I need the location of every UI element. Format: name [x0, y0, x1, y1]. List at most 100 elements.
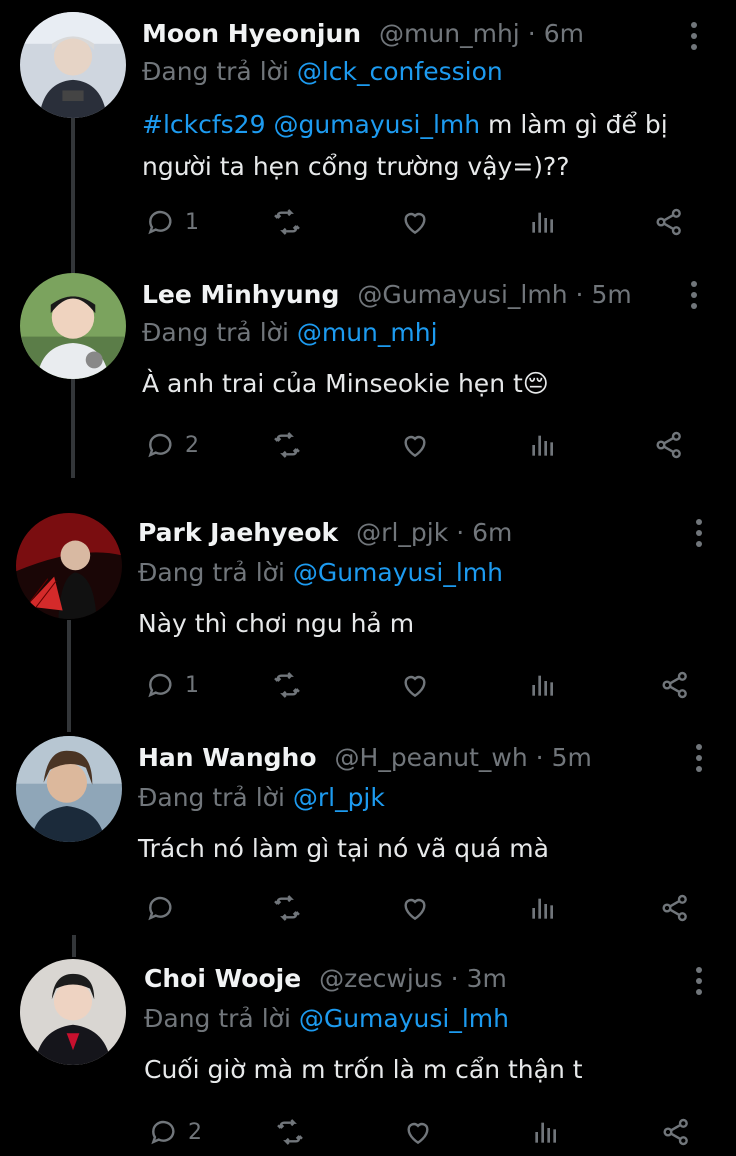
separator-dot: ·: [575, 280, 584, 309]
reply-mention-link[interactable]: @Gumayusi_lmh: [293, 558, 503, 587]
timestamp[interactable]: 6m: [544, 19, 584, 48]
reply-button[interactable]: 2: [145, 425, 199, 465]
like-icon: [404, 675, 426, 698]
views-button[interactable]: [527, 202, 559, 242]
display-name[interactable]: Choi Wooje: [144, 964, 301, 993]
avatar[interactable]: [20, 959, 126, 1065]
like-button[interactable]: [402, 1112, 434, 1152]
share-icon: [662, 671, 687, 699]
display-name[interactable]: Park Jaehyeok: [138, 518, 338, 547]
avatar[interactable]: [20, 273, 126, 379]
views-button[interactable]: [527, 425, 559, 465]
share-button[interactable]: [653, 425, 685, 465]
tweet-text: Cuối giờ mà m trốn là m cẩn thận t: [144, 1055, 583, 1084]
display-name[interactable]: Lee Minhyung: [142, 280, 339, 309]
share-button[interactable]: [659, 888, 691, 928]
tweet-text: À anh trai của Minseokie hẹn t😔: [142, 369, 549, 398]
action-bar: 1: [145, 202, 705, 242]
avatar[interactable]: [20, 12, 126, 118]
user-handle[interactable]: @zecwjus: [319, 964, 443, 993]
like-button[interactable]: [399, 202, 431, 242]
tweet-text: Trách nó làm gì tại nó vã quá mà: [138, 834, 549, 863]
reply-mention-link[interactable]: @Gumayusi_lmh: [299, 1004, 509, 1033]
share-button[interactable]: [659, 665, 691, 705]
reply-mention-link[interactable]: @mun_mhj: [297, 318, 438, 347]
user-handle[interactable]: @mun_mhj: [379, 19, 520, 48]
reply-icon: [148, 673, 172, 698]
reply-count: 1: [185, 209, 199, 235]
reply-context: Đang trả lời @rl_pjk: [138, 782, 385, 814]
mention-link[interactable]: @gumayusi_lmh: [273, 110, 480, 139]
views-icon: [532, 898, 553, 919]
reply-mention-link[interactable]: @rl_pjk: [293, 783, 385, 812]
like-icon: [407, 1122, 429, 1145]
tweet-header: Han Wangho @H_peanut_wh · 5m: [138, 742, 592, 774]
reply-button[interactable]: 1: [145, 202, 199, 242]
timestamp[interactable]: 3m: [467, 964, 507, 993]
action-bar: [145, 888, 705, 928]
share-button[interactable]: [660, 1112, 692, 1152]
action-bar: 1: [145, 665, 705, 705]
reply-prefix: Đang trả lời: [138, 558, 285, 587]
like-icon: [404, 898, 426, 921]
reply-count: 1: [185, 672, 199, 698]
more-icon[interactable]: [695, 967, 703, 997]
more-icon[interactable]: [690, 281, 698, 311]
reply-prefix: Đang trả lời: [138, 783, 285, 812]
user-handle[interactable]: @Gumayusi_lmh: [357, 280, 567, 309]
tweet[interactable]: Park Jaehyeok @rl_pjk · 6m Đang trả lời @Gu…: [0, 505, 736, 720]
hashtag-link[interactable]: #lckcfs29: [142, 110, 266, 139]
timestamp[interactable]: 6m: [472, 518, 512, 547]
like-button[interactable]: [399, 665, 431, 705]
more-icon[interactable]: [695, 519, 703, 549]
share-button[interactable]: [653, 202, 685, 242]
like-button[interactable]: [399, 888, 431, 928]
avatar[interactable]: [16, 513, 122, 619]
share-icon: [663, 1118, 688, 1146]
reply-prefix: Đang trả lời: [142, 57, 289, 86]
avatar[interactable]: [16, 736, 122, 842]
reply-icon: [148, 210, 172, 235]
retweet-icon: [274, 209, 300, 235]
retweet-button[interactable]: [274, 1112, 306, 1152]
more-icon[interactable]: [695, 744, 703, 774]
tweet-header: Lee Minhyung @Gumayusi_lmh · 5m: [142, 279, 632, 311]
views-button[interactable]: [527, 888, 559, 928]
views-icon: [532, 675, 553, 696]
views-button[interactable]: [527, 665, 559, 705]
tweet[interactable]: Choi Wooje @zecwjus · 3m Đang trả lời @Guma…: [0, 955, 736, 1156]
views-icon: [532, 212, 553, 233]
reply-icon: [148, 433, 172, 458]
reply-mention-link[interactable]: @lck_confession: [297, 57, 503, 86]
like-button[interactable]: [399, 425, 431, 465]
retweet-button[interactable]: [271, 425, 303, 465]
views-button[interactable]: [530, 1112, 562, 1152]
reply-context: Đang trả lời @mun_mhj: [142, 317, 438, 349]
reply-context: Đang trả lời @lck_confession: [142, 56, 503, 88]
more-icon[interactable]: [690, 22, 698, 52]
display-name[interactable]: Han Wangho: [138, 743, 317, 772]
reply-prefix: Đang trả lời: [142, 318, 289, 347]
retweet-button[interactable]: [271, 888, 303, 928]
user-handle[interactable]: @rl_pjk: [356, 518, 448, 547]
retweet-button[interactable]: [271, 665, 303, 705]
tweet-header: Park Jaehyeok @rl_pjk · 6m: [138, 517, 512, 549]
tweet[interactable]: Han Wangho @H_peanut_wh · 5m Đang trả lời @…: [0, 730, 736, 940]
reply-button[interactable]: 2: [148, 1112, 202, 1152]
separator-dot: ·: [535, 743, 544, 772]
tweet[interactable]: Moon Hyeonjun @mun_mhj · 6m Đang trả lời @l…: [0, 0, 736, 260]
share-icon: [656, 431, 681, 459]
tweet-header: Choi Wooje @zecwjus · 3m: [144, 963, 507, 995]
action-bar: 2: [148, 1112, 708, 1152]
reply-button[interactable]: [145, 888, 185, 928]
display-name[interactable]: Moon Hyeonjun: [142, 19, 361, 48]
retweet-button[interactable]: [271, 202, 303, 242]
tweet[interactable]: Lee Minhyung @Gumayusi_lmh · 5m Đang trả lờ…: [0, 265, 736, 480]
tweet-text: Này thì chơi ngu hả m: [138, 609, 415, 638]
reply-button[interactable]: 1: [145, 665, 199, 705]
like-icon: [404, 212, 426, 235]
reply-icon: [148, 896, 172, 921]
user-handle[interactable]: @H_peanut_wh: [335, 743, 528, 772]
timestamp[interactable]: 5m: [552, 743, 592, 772]
timestamp[interactable]: 5m: [592, 280, 632, 309]
